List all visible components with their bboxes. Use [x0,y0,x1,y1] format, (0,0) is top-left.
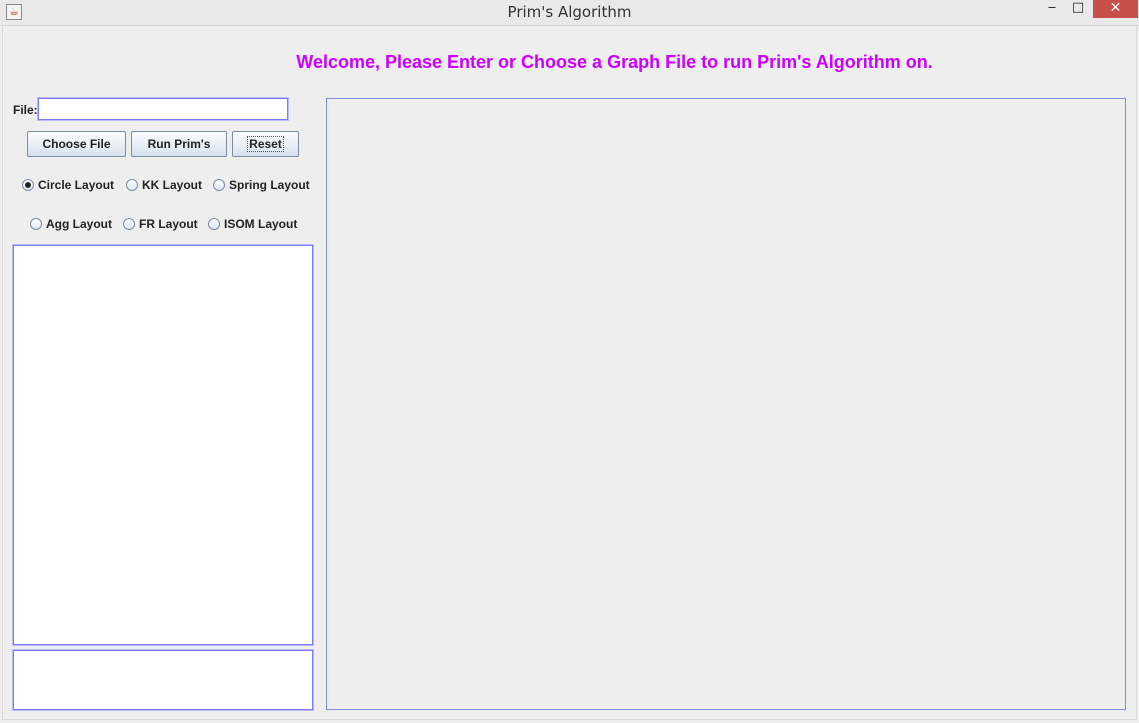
radio-isom-layout[interactable]: ISOM Layout [208,216,297,232]
radio-unselected-icon [208,218,220,230]
file-path-input[interactable] [37,97,289,121]
radio-label: KK Layout [142,178,202,192]
radio-selected-icon [22,179,34,191]
window-title: Prim's Algorithm [507,3,632,21]
file-label: File: [13,103,38,117]
choose-file-button[interactable]: Choose File [27,131,126,157]
radio-label: FR Layout [139,217,198,231]
radio-circle-layout[interactable]: Circle Layout [22,177,114,193]
radio-label: Circle Layout [38,178,115,192]
radio-unselected-icon [123,218,135,230]
reset-button[interactable]: Reset [232,131,299,157]
run-prims-button[interactable]: Run Prim's [131,131,227,157]
radio-unselected-icon [30,218,42,230]
radio-unselected-icon [126,179,138,191]
graph-display-panel[interactable] [326,98,1126,710]
radio-label: ISOM Layout [224,217,298,231]
title-bar: ☕ Prim's Algorithm ‒ □ ✕ [0,0,1139,26]
radio-label: Agg Layout [46,217,112,231]
welcome-message: Welcome, Please Enter or Choose a Graph … [296,52,933,72]
reset-button-label: Reset [247,136,284,152]
radio-label: Spring Layout [229,178,310,192]
close-button[interactable]: ✕ [1093,0,1138,18]
maximize-button[interactable]: □ [1066,0,1090,18]
output-text-area[interactable] [12,244,314,646]
minimize-button[interactable]: ‒ [1040,0,1064,18]
radio-agg-layout[interactable]: Agg Layout [30,216,112,232]
radio-unselected-icon [213,179,225,191]
status-text-area[interactable] [12,649,314,711]
radio-kk-layout[interactable]: KK Layout [126,177,202,193]
radio-fr-layout[interactable]: FR Layout [123,216,198,232]
radio-spring-layout[interactable]: Spring Layout [213,177,310,193]
